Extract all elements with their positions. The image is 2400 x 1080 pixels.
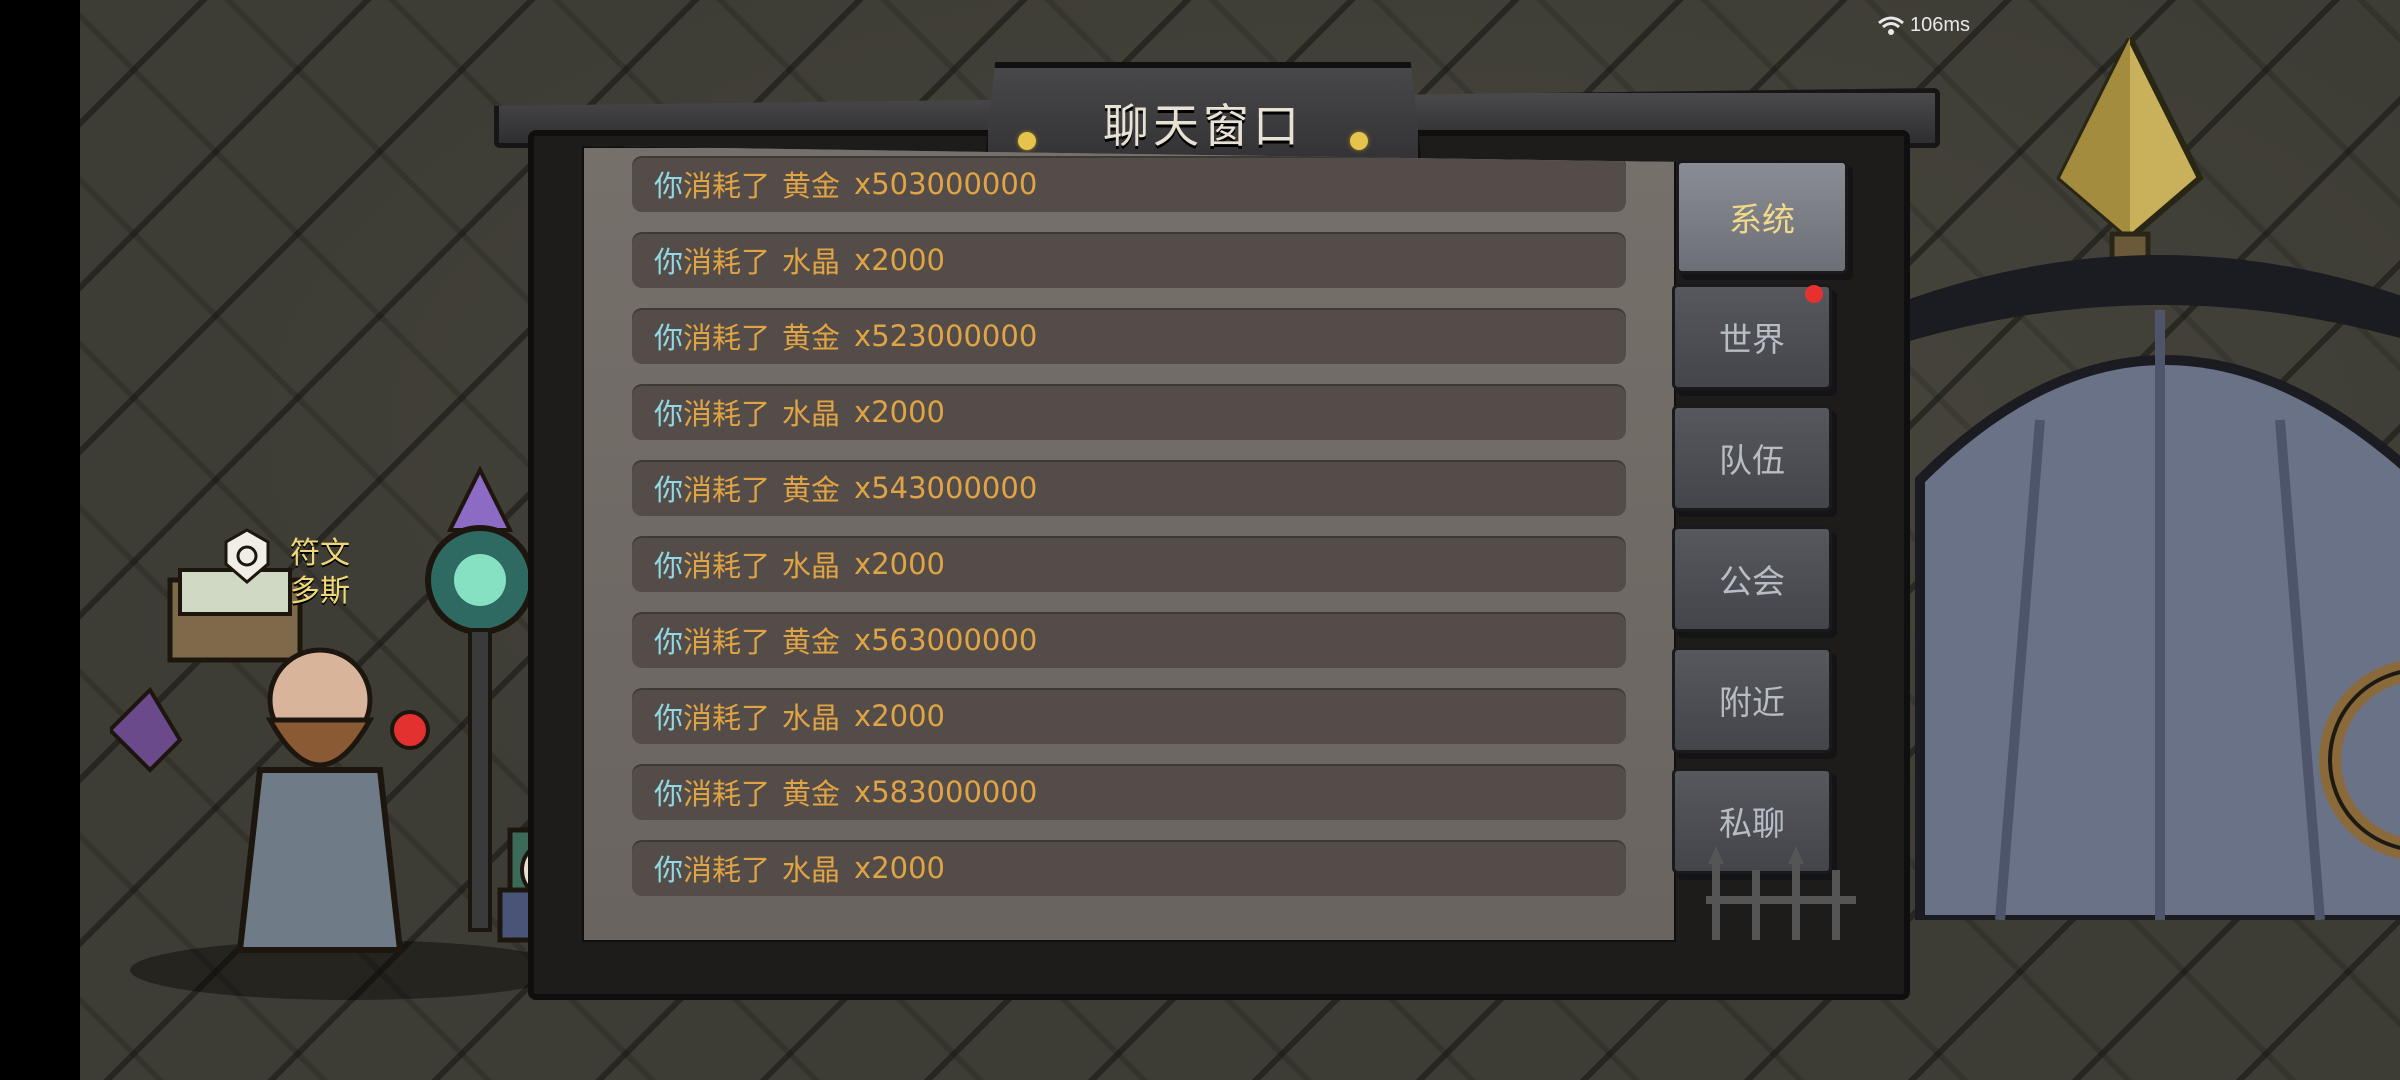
npc-name-line2: 多斯 [290,574,350,609]
chat-message-row: 你消耗了 黄金 x523000000 [632,308,1626,364]
message-subject: 你 [654,169,684,203]
message-item: 水晶 [782,701,841,735]
message-quantity: x2000 [854,547,946,581]
message-verb: 消耗了 [683,321,771,355]
message-item: 黄金 [782,321,841,355]
chat-message-row: 你消耗了 水晶 x2000 [632,840,1626,896]
tab-label: 世界 [1719,320,1785,359]
message-verb: 消耗了 [683,245,771,279]
message-subject: 你 [654,549,684,583]
chat-channel-tabs: 系统世界队伍公会附近私聊 [1672,160,1858,889]
message-subject: 你 [654,397,684,431]
tab-label: 附近 [1719,683,1785,722]
message-quantity: x2000 [854,243,946,277]
tab-channel[interactable]: 队伍 [1672,405,1832,511]
message-verb: 消耗了 [683,701,771,735]
message-subject: 你 [654,321,684,355]
message-quantity: x543000000 [854,471,1038,505]
tab-channel[interactable]: 世界 [1672,284,1832,390]
message-item: 黄金 [782,473,841,507]
wifi-icon [1878,16,1904,35]
title-left-dot [1018,132,1036,150]
message-subject: 你 [654,245,684,279]
message-quantity: x503000000 [854,167,1038,201]
message-verb: 消耗了 [683,473,771,507]
chat-message-row: 你消耗了 黄金 x563000000 [632,612,1626,668]
message-verb: 消耗了 [683,397,771,431]
gold-ring-ornament [2319,661,2400,859]
chat-message-row: 你消耗了 黄金 x583000000 [632,764,1626,820]
message-subject: 你 [654,777,684,811]
tab-label: 队伍 [1719,441,1785,480]
unread-badge-icon [1805,285,1823,303]
message-item: 水晶 [782,397,841,431]
fence-decoration [1706,846,1856,940]
message-item: 水晶 [782,245,841,279]
chat-message-row: 你消耗了 水晶 x2000 [632,232,1626,288]
message-quantity: x2000 [854,395,946,429]
chat-message-row: 你消耗了 黄金 x503000000 [632,156,1626,212]
message-item: 黄金 [782,169,841,203]
message-verb: 消耗了 [683,853,771,887]
tab-channel[interactable]: 系统 [1676,160,1848,274]
message-subject: 你 [654,625,684,659]
message-item: 水晶 [782,549,841,583]
screen-edge [0,0,80,1080]
message-quantity: x583000000 [854,775,1038,809]
message-subject: 你 [654,853,684,887]
message-quantity: x523000000 [854,319,1038,353]
message-quantity: x2000 [854,699,946,733]
chat-message-row: 你消耗了 水晶 x2000 [632,384,1626,440]
message-verb: 消耗了 [683,549,771,583]
npc-name-label: 符文 多斯 [290,535,350,611]
chat-message-row: 你消耗了 水晶 x2000 [632,536,1626,592]
message-verb: 消耗了 [683,777,771,811]
tab-channel[interactable]: 附近 [1672,647,1832,753]
latency-text: 106ms [1910,14,1971,36]
tab-label: 私聊 [1719,804,1785,843]
message-subject: 你 [654,701,684,735]
title-right-dot [1350,132,1368,150]
message-item: 水晶 [782,853,841,887]
rune-shield-icon [224,528,270,584]
message-quantity: x563000000 [854,623,1038,657]
message-quantity: x2000 [854,851,946,885]
tab-channel[interactable]: 公会 [1672,526,1832,632]
chat-message-panel[interactable]: 你消耗了 黄金 x503000000 你消耗了 水晶 x2000 你消耗了 黄金 x523000… [582,146,1676,942]
network-status: 106ms [1878,14,1970,37]
message-item: 黄金 [782,625,841,659]
tab-label: 公会 [1719,562,1785,601]
chat-message-list[interactable]: 你消耗了 黄金 x503000000 你消耗了 水晶 x2000 你消耗了 黄金 x523000… [632,156,1626,916]
chat-window-title: 聊天窗口 [1103,99,1303,153]
chat-message-row: 你消耗了 黄金 x543000000 [632,460,1626,516]
tab-label: 系统 [1729,200,1795,239]
message-verb: 消耗了 [683,169,771,203]
message-verb: 消耗了 [683,625,771,659]
npc-name-line1: 符文 [290,536,350,571]
message-subject: 你 [654,473,684,507]
chat-message-row: 你消耗了 水晶 x2000 [632,688,1626,744]
message-item: 黄金 [782,777,841,811]
